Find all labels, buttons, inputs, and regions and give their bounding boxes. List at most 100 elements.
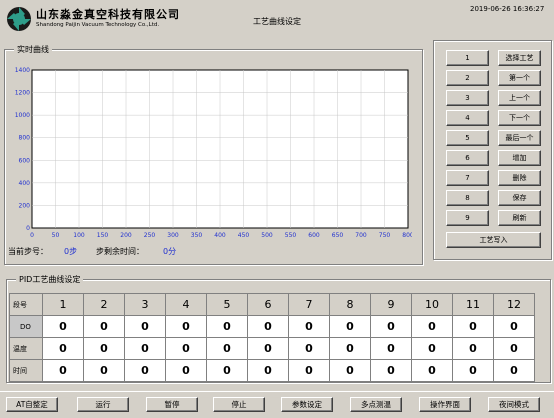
y-tick-label: 400 [19,180,31,187]
current-step-label: 当前步号： [8,247,48,256]
x-tick-label: 350 [191,232,203,238]
x-tick-label: 200 [120,232,132,238]
segment-col-5: 5 [206,293,248,316]
step-button-7[interactable]: 7 [446,170,489,186]
time-row: 时间 0 0 0 0 0 0 0 0 0 0 0 0 [9,359,535,382]
refresh-button[interactable]: 刷新 [498,210,541,226]
temperature-value-5[interactable]: 0 [206,337,248,360]
time-value-1[interactable]: 0 [42,359,84,382]
step-button-1[interactable]: 1 [446,50,489,66]
temperature-value-2[interactable]: 0 [83,337,125,360]
night-mode-button[interactable]: 夜间模式 [488,397,540,412]
do-value-7[interactable]: 0 [288,315,330,338]
parameter-settings-button[interactable]: 参数设定 [281,397,333,412]
time-value-6[interactable]: 0 [247,359,289,382]
next-button[interactable]: 下一个 [498,110,541,126]
segment-col-9: 9 [370,293,412,316]
time-value-7[interactable]: 0 [288,359,330,382]
step-button-5[interactable]: 5 [446,130,489,146]
y-tick-label: 1200 [15,90,30,97]
segment-col-8: 8 [329,293,371,316]
temperature-value-6[interactable]: 0 [247,337,289,360]
temperature-value-9[interactable]: 0 [370,337,412,360]
x-tick-label: 700 [355,232,367,238]
temperature-value-4[interactable]: 0 [165,337,207,360]
stop-button[interactable]: 停止 [213,397,265,412]
x-tick-label: 750 [379,232,391,238]
step-button-6[interactable]: 6 [446,150,489,166]
x-tick-label: 650 [332,232,344,238]
realtime-curve-title: 实时曲线 [14,44,52,55]
time-value-2[interactable]: 0 [83,359,125,382]
remaining-time-label: 步剩余时间： [96,247,144,256]
temperature-value-1[interactable]: 0 [42,337,84,360]
y-tick-label: 1000 [15,112,30,119]
delete-button[interactable]: 删除 [498,170,541,186]
do-value-12[interactable]: 0 [493,315,535,338]
step-button-3[interactable]: 3 [446,90,489,106]
time-row-label: 时间 [9,359,43,382]
x-tick-label: 0 [30,232,34,238]
run-button[interactable]: 运行 [77,397,129,412]
segment-col-1: 1 [42,293,84,316]
step-button-2[interactable]: 2 [446,70,489,86]
time-value-8[interactable]: 0 [329,359,371,382]
temperature-value-7[interactable]: 0 [288,337,330,360]
realtime-curve-chart: 0 50 100 150 200 250 300 350 400 450 500 550 600 650 7… [15,67,412,238]
segment-col-2: 2 [83,293,125,316]
do-value-4[interactable]: 0 [165,315,207,338]
save-button[interactable]: 保存 [498,190,541,206]
x-tick-label: 300 [167,232,179,238]
do-value-2[interactable]: 0 [83,315,125,338]
time-value-5[interactable]: 0 [206,359,248,382]
y-tick-label: 1400 [15,67,30,74]
step-button-4[interactable]: 4 [446,110,489,126]
remaining-time-value: 0分 [163,247,177,256]
pid-header-row: 段号 1 2 3 4 5 6 7 8 9 10 11 12 [9,293,535,316]
do-value-5[interactable]: 0 [206,315,248,338]
first-button[interactable]: 第一个 [498,70,541,86]
do-value-3[interactable]: 0 [124,315,166,338]
segment-col-4: 4 [165,293,207,316]
auto-tune-button[interactable]: AT自整定 [6,397,58,412]
step-button-9[interactable]: 9 [446,210,489,226]
x-tick-label: 250 [144,232,156,238]
x-tick-label: 50 [52,232,60,238]
time-value-10[interactable]: 0 [411,359,453,382]
temperature-value-10[interactable]: 0 [411,337,453,360]
step-button-8[interactable]: 8 [446,190,489,206]
do-row: DO 0 0 0 0 0 0 0 0 0 0 0 0 [9,315,535,338]
temperature-value-8[interactable]: 0 [329,337,371,360]
x-tick-label: 600 [308,232,320,238]
page-title: 工艺曲线设定 [253,17,301,26]
time-value-9[interactable]: 0 [370,359,412,382]
process-write-button[interactable]: 工艺写入 [446,232,541,248]
current-step-value: 0步 [64,247,78,256]
x-tick-label: 800 [402,232,412,238]
multipoint-temperature-button[interactable]: 多点测温 [350,397,402,412]
temperature-value-3[interactable]: 0 [124,337,166,360]
do-value-1[interactable]: 0 [42,315,84,338]
do-value-8[interactable]: 0 [329,315,371,338]
temperature-value-12[interactable]: 0 [493,337,535,360]
operation-screen-button[interactable]: 操作界面 [419,397,471,412]
pause-button[interactable]: 暂停 [146,397,198,412]
previous-button[interactable]: 上一个 [498,90,541,106]
x-tick-label: 100 [73,232,85,238]
temperature-value-11[interactable]: 0 [452,337,494,360]
y-tick-label: 200 [19,202,31,209]
select-process-button[interactable]: 选择工艺 [498,50,541,66]
time-value-3[interactable]: 0 [124,359,166,382]
segment-col-12: 12 [493,293,535,316]
last-button[interactable]: 最后一个 [498,130,541,146]
add-button[interactable]: 增加 [498,150,541,166]
time-value-11[interactable]: 0 [452,359,494,382]
do-value-9[interactable]: 0 [370,315,412,338]
segment-col-6: 6 [247,293,289,316]
do-value-11[interactable]: 0 [452,315,494,338]
x-tick-label: 500 [261,232,273,238]
do-value-6[interactable]: 0 [247,315,289,338]
do-value-10[interactable]: 0 [411,315,453,338]
time-value-4[interactable]: 0 [165,359,207,382]
time-value-12[interactable]: 0 [493,359,535,382]
